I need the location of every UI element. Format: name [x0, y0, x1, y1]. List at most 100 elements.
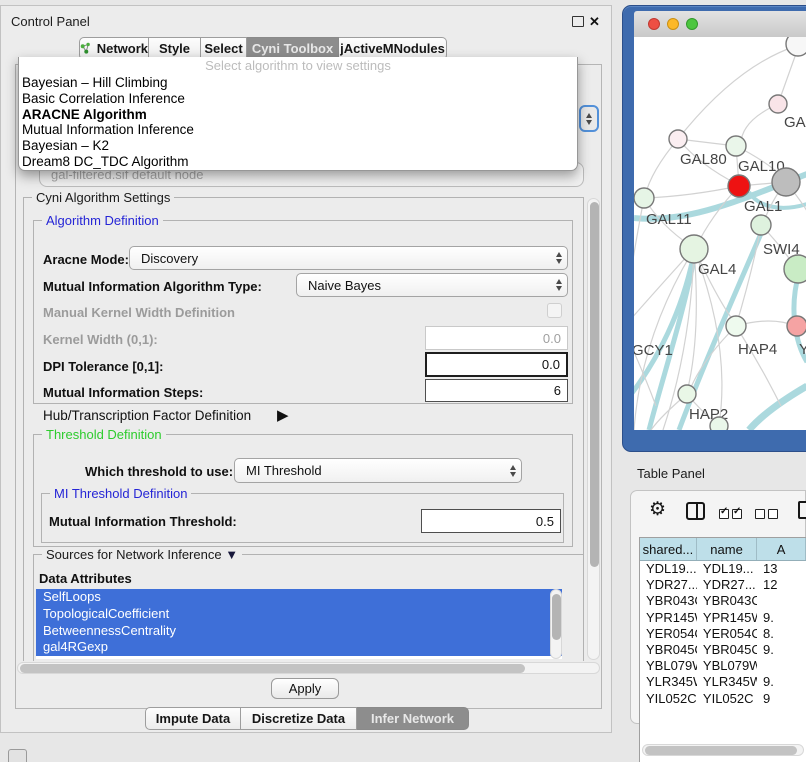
close-panel-icon[interactable]: ✕: [589, 15, 600, 28]
table-cell: [757, 658, 806, 674]
settings-vscrollbar[interactable]: [587, 198, 600, 660]
aracne-mode-label: Aracne Mode:: [43, 252, 129, 267]
network-edge[interactable]: [749, 386, 806, 430]
network-edge[interactable]: [634, 328, 656, 406]
network-window-titlebar[interactable]: [634, 11, 806, 38]
network-edge[interactable]: [645, 139, 678, 196]
column-header[interactable]: shared...: [640, 538, 697, 560]
scrollbar-thumb[interactable]: [552, 594, 561, 640]
dropdown-item[interactable]: ARACNE Algorithm: [19, 107, 577, 123]
tab-impute-data[interactable]: Impute Data: [145, 707, 241, 730]
close-window-icon[interactable]: [648, 18, 660, 30]
spinner-up-icon: [586, 113, 592, 118]
dropdown-hint: Select algorithm to view settings: [19, 57, 577, 75]
settings-hscrollbar[interactable]: [17, 662, 600, 674]
float-mini-icon[interactable]: [8, 749, 27, 762]
zoom-window-icon[interactable]: [686, 18, 698, 30]
columns-icon[interactable]: [686, 502, 705, 520]
network-graph[interactable]: GALGAL80GAL10GAL1GAL11GAL4SWI4GCY1HAP4YH…: [634, 37, 806, 430]
minimize-window-icon[interactable]: [667, 18, 679, 30]
dropdown-item[interactable]: Bayesian – Hill Climbing: [19, 75, 577, 91]
network-edge[interactable]: [678, 46, 796, 139]
column-header[interactable]: A: [757, 538, 806, 560]
network-node-hap4[interactable]: [726, 316, 746, 336]
float-panel-icon[interactable]: [572, 16, 584, 27]
collapse-down-icon[interactable]: ▼: [225, 547, 238, 562]
algorithm-combo-spinner[interactable]: [579, 105, 599, 132]
mi-steps-field[interactable]: 6: [425, 379, 568, 402]
scrollbar-thumb[interactable]: [590, 202, 599, 567]
expand-right-icon[interactable]: ▶: [277, 406, 289, 424]
table-row[interactable]: YDR27...YDR27...12: [640, 577, 806, 593]
table-row[interactable]: YER054CYER054C8.: [640, 626, 806, 642]
table-row[interactable]: YBR045CYBR045C9.: [640, 642, 806, 658]
network-edge[interactable]: [736, 326, 781, 406]
apply-button[interactable]: Apply: [271, 678, 339, 699]
tab-infer-network[interactable]: Infer Network: [357, 707, 469, 730]
manual-kernel-checkbox[interactable]: [547, 303, 562, 318]
scrollbar-thumb[interactable]: [20, 664, 525, 673]
network-node-swi4[interactable]: [751, 215, 771, 235]
table-row[interactable]: YIL052CYIL052C9: [640, 691, 806, 707]
table-header-row[interactable]: shared...nameA: [640, 538, 806, 561]
dropdown-item[interactable]: Mutual Information Inference: [19, 122, 577, 138]
dropdown-item[interactable]: Basic Correlation Inference: [19, 91, 577, 107]
network-node-gal4[interactable]: [680, 235, 708, 263]
attribute-item[interactable]: SelfLoops: [36, 589, 562, 606]
attribute-item[interactable]: gal4RGexp: [36, 639, 562, 656]
network-node-gal80[interactable]: [669, 130, 687, 148]
network-node[interactable]: [786, 37, 806, 56]
mi-type-value: Naive Bayes: [308, 278, 381, 293]
node-label: GAL1: [744, 198, 782, 215]
network-canvas[interactable]: GALGAL80GAL10GAL1GAL11GAL4SWI4GCY1HAP4YH…: [634, 37, 806, 430]
table-rows: YDL19...YDL19...13YDR27...YDR27...12YBR0…: [640, 561, 806, 707]
dropdown-item[interactable]: Bayesian – K2: [19, 138, 577, 154]
network-node[interactable]: [772, 168, 800, 196]
attribute-item[interactable]: BetweennessCentrality: [36, 623, 562, 640]
data-attributes-list[interactable]: SelfLoopsTopologicalCoefficientBetweenne…: [36, 589, 562, 659]
column-header[interactable]: name: [697, 538, 757, 560]
table-cell: YDR27...: [640, 577, 697, 593]
network-node-hap2[interactable]: [678, 385, 696, 403]
network-node-gal11[interactable]: [634, 188, 654, 208]
network-node[interactable]: [784, 255, 806, 283]
tab-label: jActiveMNodules: [340, 41, 445, 56]
node-label: GAL11: [646, 211, 692, 228]
network-node[interactable]: [710, 417, 728, 430]
table-cell: [757, 593, 806, 609]
table-cell: 9.: [757, 674, 806, 690]
gear-icon[interactable]: ⚙: [649, 500, 666, 519]
attribute-item[interactable]: TopologicalCoefficient: [36, 606, 562, 623]
table-cell: YBR043C: [697, 593, 757, 609]
mi-threshold-field[interactable]: 0.5: [421, 509, 561, 533]
network-node-gal[interactable]: [769, 95, 787, 113]
dpi-tolerance-field[interactable]: 0.0: [425, 352, 568, 377]
network-node-gal10[interactable]: [726, 136, 746, 156]
table-hscrollbar[interactable]: [642, 744, 804, 756]
mi-type-combo[interactable]: Naive Bayes: [296, 273, 568, 297]
scrollbar-thumb[interactable]: [645, 746, 797, 755]
network-edge[interactable]: [646, 186, 739, 198]
table-row[interactable]: YBL079WYBL079W: [640, 658, 806, 674]
select-all-columns-icon[interactable]: [719, 505, 745, 523]
attributes-scrollbar[interactable]: [550, 589, 562, 659]
aracne-mode-combo[interactable]: Discovery: [129, 246, 568, 270]
dpi-tolerance-label: DPI Tolerance [0,1]:: [43, 359, 163, 374]
network-node-y[interactable]: [787, 316, 806, 336]
tab-label: Cyni Toolbox: [252, 41, 333, 56]
table-row[interactable]: YLR345WYLR345W9.: [640, 674, 806, 690]
which-threshold-combo[interactable]: MI Threshold: [234, 458, 522, 483]
dropdown-item[interactable]: Dream8 DC_TDC Algorithm: [19, 154, 577, 170]
table-row[interactable]: YBR043CYBR043C: [640, 593, 806, 609]
tab-discretize-data[interactable]: Discretize Data: [241, 707, 357, 730]
deselect-all-columns-icon[interactable]: [755, 505, 781, 523]
table-row[interactable]: YDL19...YDL19...13: [640, 561, 806, 577]
network-icon: [80, 42, 92, 55]
network-node-gal1[interactable]: [728, 175, 750, 197]
apply-button-label: Apply: [289, 681, 322, 696]
which-threshold-label: Which threshold to use:: [85, 464, 233, 479]
import-table-icon[interactable]: [798, 501, 806, 519]
table-row[interactable]: YPR145WYPR145W9.: [640, 610, 806, 626]
kernel-width-field[interactable]: 0.0: [425, 326, 568, 350]
node-label: GCY1: [634, 342, 673, 359]
